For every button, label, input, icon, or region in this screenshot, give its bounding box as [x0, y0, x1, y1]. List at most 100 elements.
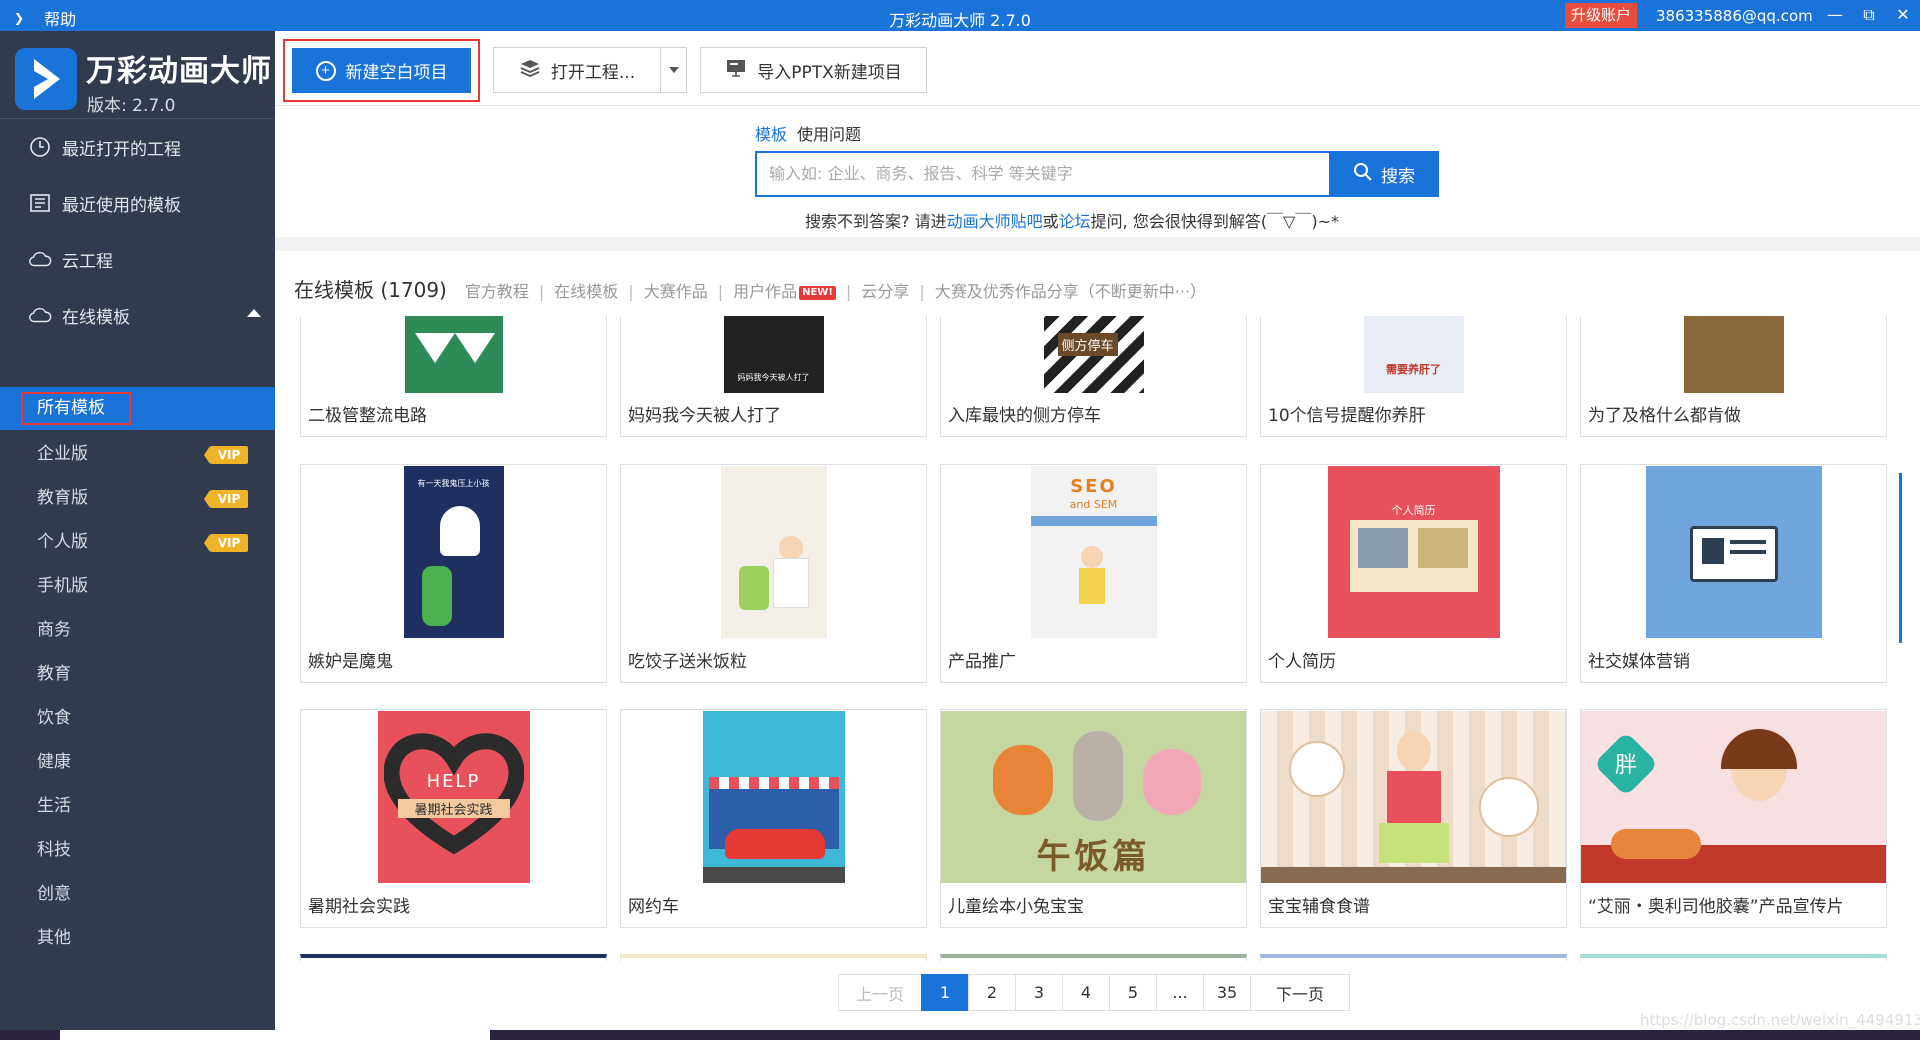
template-card[interactable]: 吃饺子送米饭粒: [620, 464, 927, 683]
upgrade-account-button[interactable]: 升级账户: [1565, 3, 1638, 28]
template-grid: 二极管整流电路 妈妈我今天被人打了 妈妈我今天被人打了 侧方停车 入库最快的侧方…: [300, 316, 1890, 961]
help-suffix: 提问, 您会很快得到解答(￣▽￣)~*: [1090, 212, 1340, 231]
template-caption: 吃饺子送米饭粒: [628, 652, 747, 672]
nav-recent-projects[interactable]: 最近打开的工程: [0, 119, 275, 175]
sub-item-label: 其他: [37, 928, 71, 948]
template-card[interactable]: SEO and SEM 产品推广: [940, 464, 1247, 683]
template-thumbnail: [621, 710, 926, 884]
template-caption: 社交媒体营销: [1588, 652, 1690, 672]
page-button[interactable]: 35: [1203, 974, 1251, 1011]
thumb-pang: 胖: [1614, 753, 1637, 778]
sidebar-item-life[interactable]: 生活: [0, 784, 275, 828]
category-user-works[interactable]: 用户作品 NEW!: [733, 278, 836, 302]
search-input[interactable]: 输入如: 企业、商务、报告、科学 等关键字: [755, 151, 1332, 197]
scrollbar[interactable]: [1899, 473, 1902, 643]
account-email[interactable]: 386335886@qq.com: [1656, 7, 1813, 25]
category-contest-works[interactable]: 大赛作品: [644, 278, 708, 302]
category-online-templates[interactable]: 在线模板: [554, 278, 618, 302]
thumb-caption: 需要养肝了: [1386, 363, 1441, 376]
sub-item-label: 手机版: [37, 576, 88, 596]
template-caption: 网约车: [628, 897, 679, 917]
template-card[interactable]: [1580, 954, 1887, 961]
sidebar-item-all-templates[interactable]: 所有模板: [0, 387, 275, 430]
template-thumbnail: [621, 465, 926, 639]
template-card[interactable]: 二极管整流电路: [300, 316, 607, 437]
help-prefix: 搜索不到答案? 请进: [805, 212, 947, 231]
template-thumbnail: [1581, 465, 1886, 639]
template-caption: 产品推广: [948, 652, 1016, 672]
template-card[interactable]: 有一天我鬼压上小孩 嫉妒是魔鬼: [300, 464, 607, 683]
category-contest-share[interactable]: 大赛及优秀作品分享（不断更新中···）: [935, 278, 1206, 302]
template-card[interactable]: 侧方停车 入库最快的侧方停车: [940, 316, 1247, 437]
sidebar-item-other[interactable]: 其他: [0, 916, 275, 960]
nav-online-templates[interactable]: 在线模板: [0, 287, 275, 343]
category-title: 在线模板 (1709): [294, 278, 447, 302]
sub-item-label: 教育版: [37, 488, 88, 508]
new-blank-project-button[interactable]: + 新建空白项目: [292, 48, 471, 93]
tieba-link[interactable]: 动画大师贴吧: [947, 212, 1043, 231]
import-pptx-button[interactable]: 导入PPTX新建项目: [700, 47, 927, 93]
search-button[interactable]: 搜索: [1329, 151, 1439, 197]
template-card[interactable]: 为了及格什么都肯做: [1580, 316, 1887, 437]
sub-item-label: 企业版: [37, 444, 88, 464]
template-card[interactable]: 宝宝辅食食谱: [1260, 709, 1567, 928]
brand: 万彩动画大师 版本: 2.7.0: [0, 31, 275, 119]
sidebar-item-health[interactable]: 健康: [0, 740, 275, 784]
template-card[interactable]: [1260, 954, 1567, 961]
open-project-button[interactable]: 打开工程...: [493, 47, 661, 93]
forum-link[interactable]: 论坛: [1059, 212, 1091, 231]
sidebar-item-education[interactable]: 教育: [0, 652, 275, 696]
sidebar-item-creative[interactable]: 创意: [0, 872, 275, 916]
template-card[interactable]: 网约车: [620, 709, 927, 928]
close-icon[interactable]: ✕: [1886, 3, 1920, 27]
template-card[interactable]: [620, 954, 927, 961]
highlight-box: + 新建空白项目: [283, 39, 480, 102]
template-card[interactable]: 个人简历 个人简历: [1260, 464, 1567, 683]
nav-cloud-projects[interactable]: 云工程: [0, 231, 275, 287]
cloud-icon: [28, 303, 52, 327]
template-card[interactable]: [300, 954, 607, 961]
page-button[interactable]: 3: [1015, 974, 1063, 1011]
thumb-help: HELP: [426, 771, 481, 792]
sidebar-item-education-edition[interactable]: 教育版 VIP: [0, 476, 275, 520]
vip-badge: VIP: [204, 446, 248, 464]
sidebar-item-enterprise[interactable]: 企业版 VIP: [0, 432, 275, 476]
sidebar-item-business[interactable]: 商务: [0, 608, 275, 652]
page-button[interactable]: 5: [1109, 974, 1157, 1011]
vip-badge: VIP: [204, 534, 248, 552]
restore-icon[interactable]: ⧉: [1852, 3, 1886, 27]
collapse-caret-icon[interactable]: [247, 309, 261, 317]
sidebar-item-personal[interactable]: 个人版 VIP: [0, 520, 275, 564]
page-button[interactable]: 4: [1062, 974, 1110, 1011]
page-button[interactable]: 2: [968, 974, 1016, 1011]
sidebar-item-tech[interactable]: 科技: [0, 828, 275, 872]
open-project-dropdown[interactable]: [661, 47, 687, 93]
sub-item-label: 健康: [37, 752, 71, 772]
template-thumbnail: 需要养肝了: [1261, 316, 1566, 393]
next-page-button[interactable]: 下一页: [1250, 974, 1350, 1011]
user-works-label: 用户作品: [733, 282, 798, 301]
tab-faq[interactable]: 使用问题: [797, 121, 861, 145]
template-caption: 嫉妒是魔鬼: [308, 652, 393, 672]
template-card[interactable]: HELP 暑期社会实践 暑期社会实践: [300, 709, 607, 928]
category-official-tutorials[interactable]: 官方教程: [465, 278, 529, 302]
sidebar-item-food[interactable]: 饮食: [0, 696, 275, 740]
category-cloud-share[interactable]: 云分享: [861, 278, 909, 302]
minimize-icon[interactable]: —: [1818, 3, 1852, 27]
title-bar: ❯ 帮助 万彩动画大师 2.7.0 升级账户 386335886@qq.com …: [0, 0, 1920, 31]
template-card[interactable]: 胖 “艾丽・奥利司他胶囊”产品宣传片: [1580, 709, 1887, 928]
window-controls: — ⧉ ✕: [1818, 3, 1920, 27]
template-card[interactable]: [940, 954, 1247, 961]
template-card[interactable]: 午饭篇 儿童绘本小兔宝宝: [940, 709, 1247, 928]
page-button[interactable]: 1: [921, 974, 969, 1011]
template-card[interactable]: 社交媒体营销: [1580, 464, 1887, 683]
template-card[interactable]: 妈妈我今天被人打了 妈妈我今天被人打了: [620, 316, 927, 437]
tab-template[interactable]: 模板: [755, 121, 787, 145]
nav-recent-templates[interactable]: 最近使用的模板: [0, 175, 275, 231]
prev-page-button[interactable]: 上一页: [838, 974, 922, 1011]
taskbar-window[interactable]: [60, 1030, 490, 1040]
sidebar-item-mobile[interactable]: 手机版: [0, 564, 275, 608]
template-card[interactable]: 需要养肝了 10个信号提醒你养肝: [1260, 316, 1567, 437]
search-button-label: 搜索: [1381, 166, 1415, 186]
thumb-caption: 个人简历: [1349, 502, 1478, 520]
